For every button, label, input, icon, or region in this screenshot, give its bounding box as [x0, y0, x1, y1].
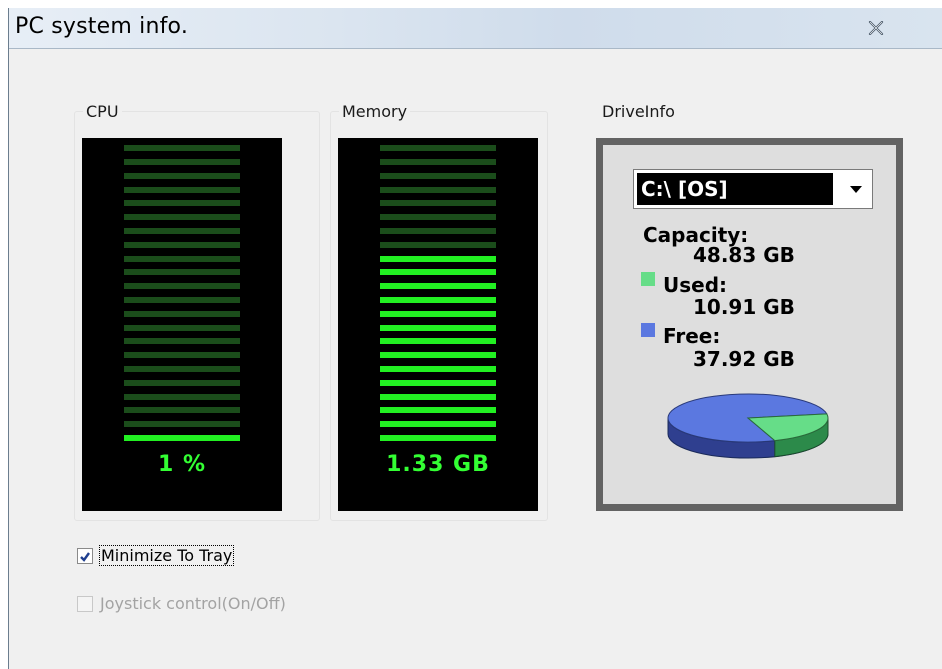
memory-value: 1.33 GB [386, 452, 490, 477]
memory-meter-bar [380, 228, 496, 234]
free-value: 37.92 GB [693, 347, 795, 371]
used-legend-icon [641, 272, 655, 286]
cpu-meter-bar [124, 338, 240, 345]
memory-meter-bar-lit [380, 407, 496, 414]
used-value: 10.91 GB [693, 295, 795, 319]
memory-meter-bar-lit [380, 310, 496, 317]
cpu-meter-bar [124, 352, 240, 359]
memory-meter-bar [380, 200, 496, 207]
close-icon [868, 21, 884, 35]
cpu-meter-bar [124, 310, 240, 317]
cpu-group-label: CPU [83, 102, 122, 121]
cpu-meter-bar [124, 200, 240, 207]
drive-group-label: DriveInfo [602, 102, 675, 121]
cpu-meter-bar [124, 214, 240, 221]
cpu-value: 1 % [157, 452, 206, 477]
cpu-meter-bar [124, 186, 240, 193]
chevron-down-icon[interactable] [850, 186, 862, 193]
memory-meter-bar [380, 172, 496, 179]
memory-meter-bar-lit [380, 283, 496, 290]
cpu-meter-bar-lit [124, 435, 240, 441]
memory-meter-bar-lit [380, 324, 496, 331]
joystick-option[interactable]: Joystick control(On/Off) [77, 594, 287, 613]
cpu-meter-bar [124, 145, 240, 152]
cpu-meter-bar [124, 172, 240, 179]
memory-meter-bar [380, 186, 496, 193]
memory-meter-bar-lit [380, 338, 496, 345]
used-label: Used: [663, 273, 728, 297]
cpu-meter-bar [124, 366, 240, 372]
checkmark-icon [80, 551, 90, 562]
memory-meter-bar [380, 214, 496, 221]
memory-meter-bar-lit [380, 269, 496, 276]
title-bar[interactable]: PC system info. [9, 8, 942, 49]
joystick-checkbox[interactable] [77, 595, 93, 612]
drive-usage-pie [667, 393, 829, 459]
cpu-meter-bar [124, 255, 240, 262]
minimize-to-tray-option[interactable]: Minimize To Tray [77, 545, 235, 566]
free-legend-icon [641, 323, 655, 337]
cpu-meter-bar [124, 407, 240, 414]
cpu-meter-bar [124, 241, 240, 248]
memory-group-label: Memory [339, 102, 411, 121]
app-window: PC system info. CPU 1 % Memory 1.33 GB D… [8, 8, 942, 669]
memory-meter: 1.33 GB [338, 138, 538, 511]
cpu-meter-bar [124, 393, 240, 400]
window-title: PC system info. [15, 14, 189, 39]
cpu-meter-bar [124, 379, 240, 386]
drive-dropdown-value: C:\ [OS] [637, 173, 833, 205]
cpu-meter-bar [124, 159, 240, 165]
cpu-meter: 1 % [82, 138, 282, 511]
memory-meter-bar-lit [380, 352, 496, 359]
cpu-meter-bar [124, 297, 240, 303]
memory-meter-bar [380, 159, 496, 165]
close-button[interactable] [859, 14, 893, 42]
memory-meter-bar-lit [380, 435, 496, 441]
capacity-label: Capacity: [643, 223, 749, 247]
joystick-label: Joystick control(On/Off) [100, 594, 286, 613]
memory-meter-bar-lit [380, 393, 496, 400]
memory-meter-bar-lit [380, 366, 496, 372]
capacity-value: 48.83 GB [693, 243, 795, 267]
cpu-meter-bar [124, 228, 240, 234]
memory-meter-bar-lit [380, 421, 496, 428]
memory-meter-bar-lit [380, 255, 496, 262]
cpu-meter-bar [124, 324, 240, 331]
memory-meter-bar-lit [380, 379, 496, 386]
cpu-meter-bar [124, 283, 240, 290]
drive-dropdown[interactable]: C:\ [OS] [633, 169, 873, 209]
cpu-meter-bar [124, 269, 240, 276]
cpu-meter-bar [124, 421, 240, 428]
memory-meter-bar-lit [380, 297, 496, 303]
minimize-to-tray-checkbox[interactable] [77, 547, 93, 564]
drive-panel: C:\ [OS] Capacity: 48.83 GB Used: 10.91 … [596, 138, 903, 511]
memory-meter-bar [380, 241, 496, 248]
minimize-to-tray-label[interactable]: Minimize To Tray [99, 545, 235, 566]
memory-meter-bar [380, 145, 496, 152]
free-label: Free: [663, 324, 721, 348]
